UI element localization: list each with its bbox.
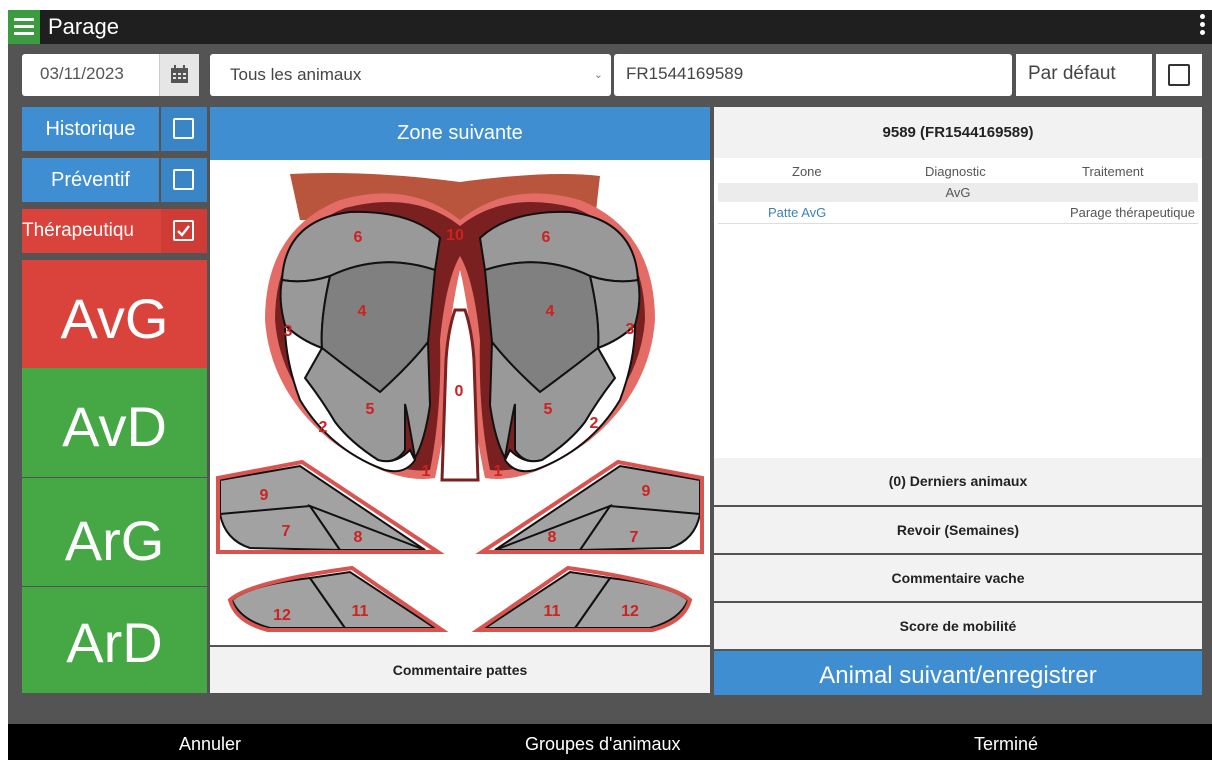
zone-label: 8 xyxy=(354,529,363,546)
animal-filter-select[interactable]: Tous les animaux ⌄ xyxy=(210,54,611,96)
leg-button-avd[interactable]: AvD xyxy=(22,368,207,477)
mobility-score-button[interactable]: Score de mobilité xyxy=(714,603,1202,649)
default-label: Par défaut xyxy=(1028,63,1116,84)
chevron-down-icon: ⌄ xyxy=(593,69,603,81)
zone-label: 3 xyxy=(284,323,293,340)
checkbox-therapeutique-checked[interactable] xyxy=(173,220,194,241)
done-button[interactable]: Terminé xyxy=(974,734,1038,755)
zone-label: 4 xyxy=(546,303,555,320)
review-weeks-button[interactable]: Revoir (Semaines) xyxy=(714,507,1202,553)
zone-label: 5 xyxy=(544,401,553,418)
filter-checkbox-area[interactable] xyxy=(161,158,207,202)
zone-label: 9 xyxy=(642,483,651,500)
next-zone-button[interactable]: Zone suivante xyxy=(210,107,710,160)
column-header-zone: Zone xyxy=(792,164,822,179)
filter-label: Historique xyxy=(22,107,159,151)
animal-id-field[interactable]: FR1544169589 xyxy=(614,54,1012,96)
zone-label: 9 xyxy=(260,487,269,504)
zone-label: 4 xyxy=(358,303,367,320)
default-checkbox-wrap xyxy=(1156,54,1202,96)
checkbox-preventif[interactable] xyxy=(173,169,194,190)
zone-label: 1 xyxy=(494,463,503,480)
leg-label: AvD xyxy=(62,395,167,458)
calendar-button[interactable] xyxy=(159,54,199,96)
cow-comment-button[interactable]: Commentaire vache xyxy=(714,555,1202,601)
animal-header: 9589 (FR1544169589) xyxy=(714,107,1202,158)
zone-label: 0 xyxy=(455,383,464,400)
zone-label: 2 xyxy=(319,419,328,436)
checkbox-historique[interactable] xyxy=(173,118,194,139)
row-treatment: Parage thérapeutique xyxy=(1069,205,1195,220)
app-title: Parage xyxy=(48,14,119,39)
default-label-box: Par défaut xyxy=(1016,54,1152,96)
filter-label: Préventif xyxy=(22,158,159,202)
zone-label: 1 xyxy=(422,463,431,480)
filter-checkbox-area[interactable] xyxy=(161,107,207,151)
animal-filter-value: Tous les animaux xyxy=(230,65,362,84)
filter-label: Thérapeutiqu xyxy=(22,209,161,253)
filter-preventif[interactable]: Préventif xyxy=(22,158,207,202)
hoof-diagram: 10 6 6 4 4 3 3 5 5 2 2 0 1 1 9 9 7 7 8 8… xyxy=(210,160,710,645)
zone-label: 11 xyxy=(544,603,561,620)
zone-label: 11 xyxy=(352,603,369,620)
cancel-button[interactable]: Annuler xyxy=(179,734,241,755)
calendar-icon xyxy=(171,65,188,83)
column-header-treatment: Traitement xyxy=(1082,164,1144,179)
filter-therapeutique[interactable]: Thérapeutiqu xyxy=(22,209,207,253)
default-checkbox[interactable] xyxy=(1168,64,1190,86)
title-bar: Parage xyxy=(8,10,1212,44)
main-panel: 03/11/2023 Tous les animaux ⌄ FR15441695… xyxy=(8,44,1212,724)
date-value: 03/11/2023 xyxy=(40,64,124,83)
zone-label: 7 xyxy=(282,523,291,540)
filter-checkbox-area[interactable] xyxy=(161,209,207,253)
zone-label: 12 xyxy=(621,603,639,620)
zone-label: 8 xyxy=(548,529,557,546)
comment-paws-button[interactable]: Commentaire pattes xyxy=(210,647,710,693)
zone-label: 6 xyxy=(542,229,551,246)
check-icon xyxy=(177,225,190,237)
app-root: Parage 03/11/2023 Tous les animaux ⌄ FR1… xyxy=(0,0,1212,760)
overflow-menu-icon[interactable] xyxy=(1200,14,1206,40)
animal-id-value: FR1544169589 xyxy=(626,64,744,83)
treatment-table: Zone Diagnostic Traitement AvG Patte AvG… xyxy=(714,158,1202,458)
zone-label: 3 xyxy=(626,321,635,338)
zone-label: 5 xyxy=(366,401,375,418)
leg-label: AvG xyxy=(60,287,169,350)
next-animal-save-button[interactable]: Animal suivant/enregistrer xyxy=(714,651,1202,695)
last-animals-button[interactable]: (0) Derniers animaux xyxy=(714,458,1202,505)
zone-label: 10 xyxy=(446,227,464,244)
leg-label: ArD xyxy=(66,611,163,674)
zone-label: 12 xyxy=(273,607,291,624)
table-row[interactable]: Patte AvG Parage thérapeutique xyxy=(718,202,1198,224)
row-zone[interactable]: Patte AvG xyxy=(768,205,826,220)
table-group-row: AvG xyxy=(718,183,1198,202)
zone-label: 2 xyxy=(590,415,599,432)
zone-label: 7 xyxy=(630,529,639,546)
zone-label: 6 xyxy=(354,229,363,246)
leg-label: ArG xyxy=(64,509,165,572)
hoof-zones-svg: 10 6 6 4 4 3 3 5 5 2 2 0 1 1 9 9 7 7 8 8… xyxy=(216,173,704,632)
filter-historique[interactable]: Historique xyxy=(22,107,207,151)
leg-button-avg[interactable]: AvG xyxy=(22,260,207,368)
animal-groups-button[interactable]: Groupes d'animaux xyxy=(525,734,681,755)
hamburger-menu-icon[interactable] xyxy=(8,10,40,44)
column-header-diagnostic: Diagnostic xyxy=(925,164,986,179)
leg-button-arg[interactable]: ArG xyxy=(22,478,207,586)
date-field[interactable]: 03/11/2023 xyxy=(22,54,199,96)
bottom-action-bar: Annuler Groupes d'animaux Terminé xyxy=(8,724,1212,760)
leg-button-ard[interactable]: ArD xyxy=(22,587,207,693)
